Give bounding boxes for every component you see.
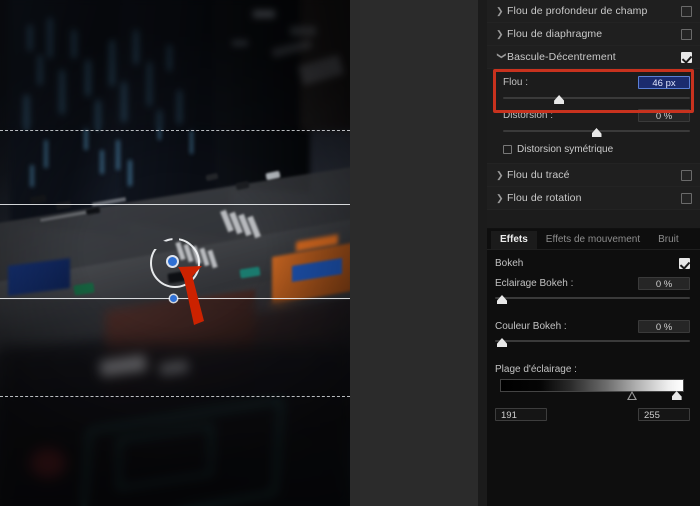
blur-value-input[interactable]: 46 px: [638, 76, 690, 89]
bokeh-color-value-input[interactable]: 0 %: [638, 319, 690, 333]
bokeh-color-label: Couleur Bokeh :: [495, 320, 567, 332]
bokeh-light-label: Eclairage Bokeh :: [495, 277, 574, 289]
light-range-group: Plage d'éclairage : 191 255: [495, 364, 690, 421]
effects-tab-bar: Effets Effets de mouvement Bruit: [487, 229, 700, 250]
guide-line-bottom-feather[interactable]: [0, 396, 350, 397]
bokeh-color-slider[interactable]: [495, 336, 690, 348]
guide-line-top-feather[interactable]: [0, 130, 350, 131]
symmetric-distortion-row[interactable]: Distorsion symétrique: [503, 144, 690, 155]
section-checkbox-aperture-blur[interactable]: [681, 28, 692, 40]
light-range-gradient[interactable]: [500, 379, 684, 392]
tab-bruit[interactable]: Bruit: [649, 231, 688, 249]
chevron-right-icon: ❯: [496, 169, 504, 180]
focus-handle-dot[interactable]: [170, 295, 177, 302]
tilt-shift-controls: Flou : 46 px Distorsion : 0 % Distorsion…: [487, 69, 700, 163]
light-range-label: Plage d'éclairage :: [495, 364, 577, 375]
tilt-shift-center-pin[interactable]: [168, 257, 177, 266]
section-title: Flou de diaphragme: [507, 28, 603, 40]
section-title: Flou de rotation: [507, 192, 582, 204]
app-window: ❯ Flou de profondeur de champ ❯ Flou de …: [0, 0, 700, 506]
chevron-right-icon: ❯: [496, 192, 504, 203]
distortion-slider[interactable]: [503, 126, 690, 138]
bokeh-light-slider[interactable]: [495, 293, 690, 305]
light-range-thumbs: [500, 391, 684, 402]
section-title: Flou de profondeur de champ: [507, 5, 648, 17]
blur-label: Flou :: [503, 77, 529, 88]
bokeh-color-slider-track: [495, 340, 690, 342]
blur-row: Flou : 46 px: [503, 75, 690, 90]
section-tilt-shift[interactable]: ❯ Bascule-Décentrement: [487, 46, 700, 69]
symmetric-distortion-checkbox[interactable]: [503, 145, 512, 154]
section-depth-of-field[interactable]: ❯ Flou de profondeur de champ: [487, 0, 700, 23]
light-range-control[interactable]: [495, 379, 690, 402]
blur-slider[interactable]: [503, 93, 690, 105]
section-checkbox-spin-blur[interactable]: [681, 192, 692, 204]
blur-slider-track: [503, 97, 690, 99]
bokeh-label: Bokeh: [495, 257, 524, 269]
section-path-blur[interactable]: ❯ Flou du tracé: [487, 163, 700, 187]
blur-gallery-panel: ❯ Flou de profondeur de champ ❯ Flou de …: [487, 0, 700, 229]
chevron-down-icon: ❯: [497, 51, 507, 60]
guide-line-top-focus[interactable]: [0, 204, 350, 205]
bokeh-checkbox[interactable]: [679, 257, 690, 269]
bokeh-light-slider-track: [495, 297, 690, 299]
section-aperture-blur[interactable]: ❯ Flou de diaphragme: [487, 23, 700, 46]
light-range-min-input[interactable]: 191: [495, 408, 547, 421]
effects-body: Bokeh Eclairage Bokeh : 0 % Couleur Boke…: [487, 250, 700, 421]
light-range-high-thumb[interactable]: [671, 391, 682, 400]
tab-effets-de-mouvement[interactable]: Effets de mouvement: [537, 231, 649, 249]
bokeh-row: Bokeh: [495, 256, 690, 270]
section-title: Bascule-Décentrement: [507, 51, 616, 63]
section-checkbox-depth-of-field[interactable]: [681, 5, 692, 17]
section-spin-blur[interactable]: ❯ Flou de rotation: [487, 187, 700, 210]
distortion-label: Distorsion :: [503, 110, 554, 121]
bokeh-light-row: Eclairage Bokeh : 0 %: [495, 276, 690, 290]
light-range-max-input[interactable]: 255: [638, 408, 690, 421]
chevron-right-icon: ❯: [496, 28, 504, 39]
distortion-value-input[interactable]: 0 %: [638, 109, 690, 122]
photo-preview[interactable]: [0, 0, 350, 506]
effects-panel: Effets Effets de mouvement Bruit Bokeh E…: [487, 229, 700, 506]
bokeh-light-value-input[interactable]: 0 %: [638, 276, 690, 290]
light-range-values: 191 255: [495, 408, 690, 421]
panel-divider[interactable]: [478, 0, 487, 506]
light-range-low-thumb[interactable]: [627, 391, 638, 400]
section-checkbox-tilt-shift[interactable]: [681, 51, 692, 63]
section-title: Flou du tracé: [507, 169, 570, 181]
distortion-row: Distorsion : 0 %: [503, 108, 690, 123]
chevron-right-icon: ❯: [496, 5, 504, 16]
bokeh-color-row: Couleur Bokeh : 0 %: [495, 319, 690, 333]
tab-effets[interactable]: Effets: [491, 231, 537, 249]
symmetric-distortion-label: Distorsion symétrique: [517, 144, 614, 155]
section-checkbox-path-blur[interactable]: [681, 169, 692, 181]
canvas-area[interactable]: [0, 0, 478, 506]
